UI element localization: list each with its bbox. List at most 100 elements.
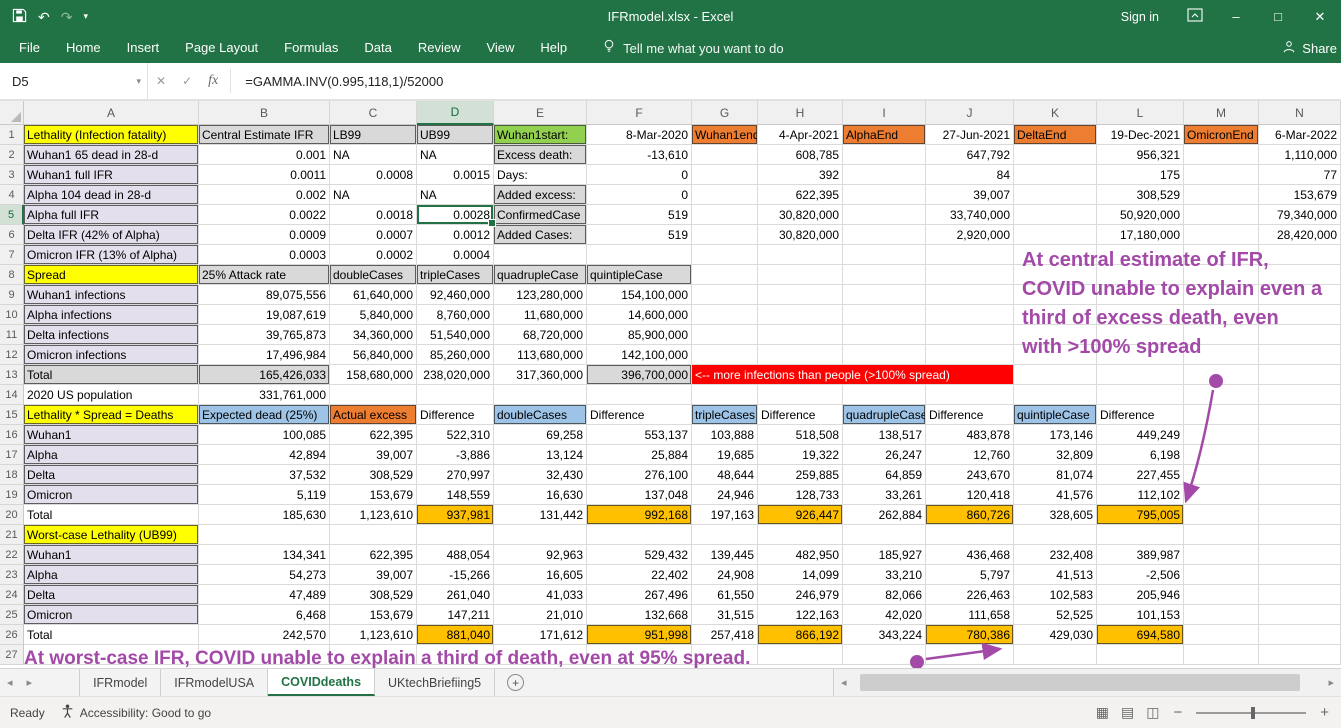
- cell-C18[interactable]: 308,529: [330, 465, 417, 485]
- cell-N21[interactable]: [1259, 525, 1341, 545]
- cell-B16[interactable]: 100,085: [199, 425, 330, 445]
- cell-K13[interactable]: [1014, 365, 1097, 385]
- cell-J21[interactable]: [926, 525, 1014, 545]
- cell-A16[interactable]: Wuhan1: [24, 425, 199, 445]
- cell-B18[interactable]: 37,532: [199, 465, 330, 485]
- cell-F22[interactable]: 529,432: [587, 545, 692, 565]
- cell-K6[interactable]: [1014, 225, 1097, 245]
- ribbon-tab-file[interactable]: File: [6, 33, 53, 63]
- row-header-1[interactable]: 1: [0, 125, 24, 145]
- row-header-9[interactable]: 9: [0, 285, 24, 305]
- cell-D12[interactable]: 85,260,000: [417, 345, 494, 365]
- cell-K16[interactable]: 173,146: [1014, 425, 1097, 445]
- cell-I3[interactable]: [843, 165, 926, 185]
- cell-F8[interactable]: quintipleCase: [587, 265, 692, 285]
- cell-N19[interactable]: [1259, 485, 1341, 505]
- cell-A13[interactable]: Total: [24, 365, 199, 385]
- cell-D19[interactable]: 148,559: [417, 485, 494, 505]
- cell-C15[interactable]: Actual excess: [330, 405, 417, 425]
- insert-function-button[interactable]: fx: [200, 63, 226, 99]
- cell-I14[interactable]: [843, 385, 926, 405]
- cell-A7[interactable]: Omicron IFR (13% of Alpha): [24, 245, 199, 265]
- cell-B14[interactable]: 331,761,000: [199, 385, 330, 405]
- cell-C13[interactable]: 158,680,000: [330, 365, 417, 385]
- row-header-11[interactable]: 11: [0, 325, 24, 345]
- cell-H17[interactable]: 19,322: [758, 445, 843, 465]
- cell-G21[interactable]: [692, 525, 758, 545]
- cell-G5[interactable]: [692, 205, 758, 225]
- cell-G1[interactable]: Wuhan1end: [692, 125, 758, 145]
- cell-E15[interactable]: doubleCases: [494, 405, 587, 425]
- row-header-4[interactable]: 4: [0, 185, 24, 205]
- cell-L13[interactable]: [1097, 365, 1184, 385]
- row-header-27[interactable]: 27: [0, 645, 24, 665]
- row-header-24[interactable]: 24: [0, 585, 24, 605]
- cell-N22[interactable]: [1259, 545, 1341, 565]
- cell-H9[interactable]: [758, 285, 843, 305]
- cell-H8[interactable]: [758, 265, 843, 285]
- cell-N4[interactable]: 153,679: [1259, 185, 1341, 205]
- cell-C3[interactable]: 0.0008: [330, 165, 417, 185]
- row-header-19[interactable]: 19: [0, 485, 24, 505]
- cell-G18[interactable]: 48,644: [692, 465, 758, 485]
- cell-I2[interactable]: [843, 145, 926, 165]
- cell-M24[interactable]: [1184, 585, 1259, 605]
- cell-J1[interactable]: 27-Jun-2021: [926, 125, 1014, 145]
- cell-D21[interactable]: [417, 525, 494, 545]
- cell-A22[interactable]: Wuhan1: [24, 545, 199, 565]
- cell-E24[interactable]: 41,033: [494, 585, 587, 605]
- row-header-3[interactable]: 3: [0, 165, 24, 185]
- cell-I20[interactable]: 262,884: [843, 505, 926, 525]
- cell-F25[interactable]: 132,668: [587, 605, 692, 625]
- cell-B6[interactable]: 0.0009: [199, 225, 330, 245]
- cell-M2[interactable]: [1184, 145, 1259, 165]
- cell-H20[interactable]: 926,447: [758, 505, 843, 525]
- cell-G6[interactable]: [692, 225, 758, 245]
- maximize-button[interactable]: □: [1257, 0, 1299, 33]
- col-header-L[interactable]: L: [1097, 101, 1184, 125]
- col-header-G[interactable]: G: [692, 101, 758, 125]
- cell-M14[interactable]: [1184, 385, 1259, 405]
- cell-B22[interactable]: 134,341: [199, 545, 330, 565]
- cell-F13[interactable]: 396,700,000: [587, 365, 692, 385]
- ribbon-tab-formulas[interactable]: Formulas: [271, 33, 351, 63]
- cell-M21[interactable]: [1184, 525, 1259, 545]
- cell-D9[interactable]: 92,460,000: [417, 285, 494, 305]
- cell-I22[interactable]: 185,927: [843, 545, 926, 565]
- cell-D20[interactable]: 937,981: [417, 505, 494, 525]
- cell-E22[interactable]: 92,963: [494, 545, 587, 565]
- cell-L15[interactable]: Difference: [1097, 405, 1184, 425]
- cell-B20[interactable]: 185,630: [199, 505, 330, 525]
- cell-B1[interactable]: Central Estimate IFR: [199, 125, 330, 145]
- row-header-12[interactable]: 12: [0, 345, 24, 365]
- cell-K18[interactable]: 81,074: [1014, 465, 1097, 485]
- cell-I25[interactable]: 42,020: [843, 605, 926, 625]
- sheet-tab-uktechbriefiing5[interactable]: UKtechBriefiing5: [375, 669, 496, 696]
- cell-I5[interactable]: [843, 205, 926, 225]
- cell-L20[interactable]: 795,005: [1097, 505, 1184, 525]
- scroll-right-icon[interactable]: ▸: [1321, 676, 1341, 689]
- cell-N5[interactable]: 79,340,000: [1259, 205, 1341, 225]
- cell-C25[interactable]: 153,679: [330, 605, 417, 625]
- cell-H5[interactable]: 30,820,000: [758, 205, 843, 225]
- cell-E19[interactable]: 16,630: [494, 485, 587, 505]
- cell-B4[interactable]: 0.002: [199, 185, 330, 205]
- cell-B5[interactable]: 0.0022: [199, 205, 330, 225]
- row-header-7[interactable]: 7: [0, 245, 24, 265]
- row-header-5[interactable]: 5: [0, 205, 24, 225]
- cell-M3[interactable]: [1184, 165, 1259, 185]
- ribbon-tab-page-layout[interactable]: Page Layout: [172, 33, 271, 63]
- cell-F21[interactable]: [587, 525, 692, 545]
- close-button[interactable]: ✕: [1299, 0, 1341, 33]
- cell-B25[interactable]: 6,468: [199, 605, 330, 625]
- cell-F11[interactable]: 85,900,000: [587, 325, 692, 345]
- cell-J20[interactable]: 860,726: [926, 505, 1014, 525]
- cell-J10[interactable]: [926, 305, 1014, 325]
- cell-H21[interactable]: [758, 525, 843, 545]
- cell-E3[interactable]: Days:: [494, 165, 587, 185]
- cell-A19[interactable]: Omicron: [24, 485, 199, 505]
- cell-H4[interactable]: 622,395: [758, 185, 843, 205]
- cell-H1[interactable]: 4-Apr-2021: [758, 125, 843, 145]
- cell-H12[interactable]: [758, 345, 843, 365]
- cell-I26[interactable]: 343,224: [843, 625, 926, 645]
